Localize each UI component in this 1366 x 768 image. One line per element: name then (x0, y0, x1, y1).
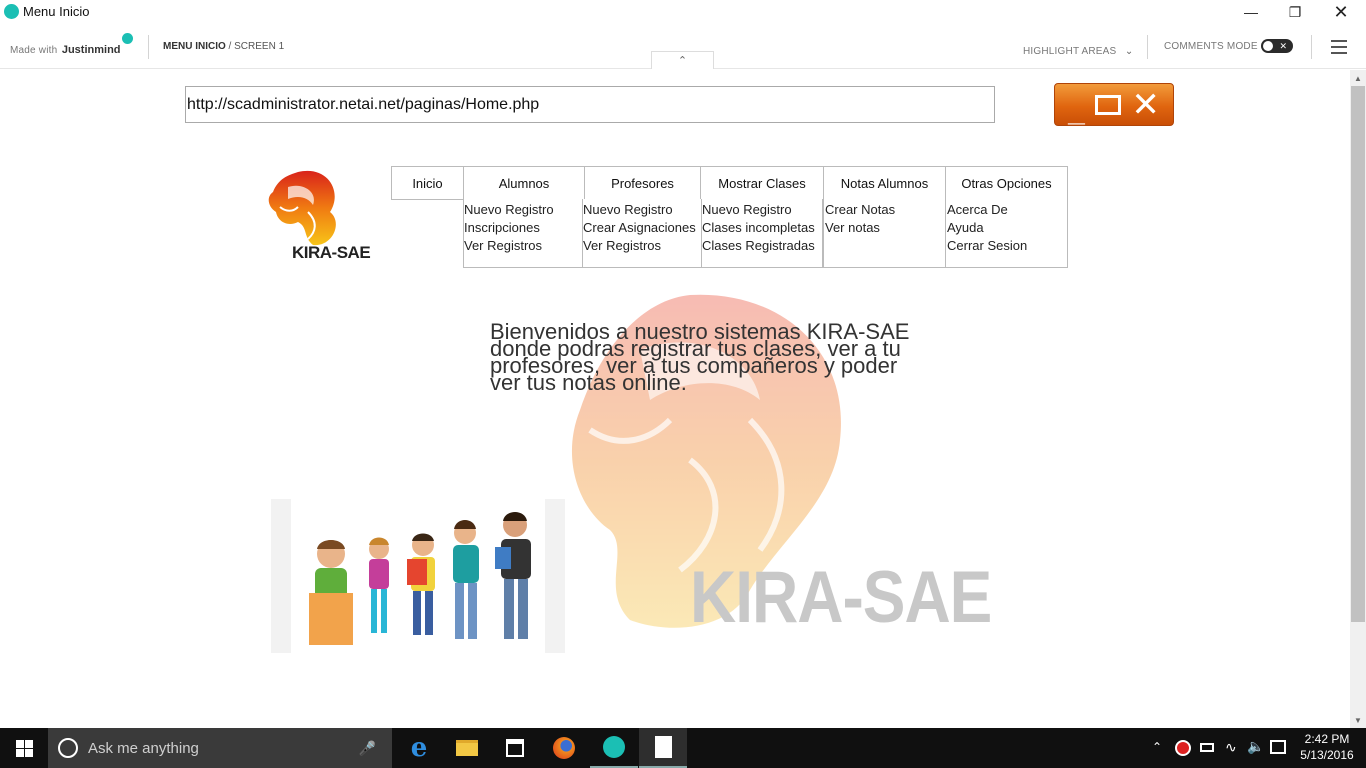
firefox-icon[interactable] (540, 728, 588, 768)
submenu-alumnos: Nuevo Registro Inscripciones Ver Registr… (463, 199, 583, 268)
highlight-areas-dropdown[interactable]: HIGHLIGHT AREAS ⌄ (1023, 41, 1133, 59)
window-title: Menu Inicio (23, 4, 90, 19)
watermark-text: KIRA-SAE (690, 555, 992, 638)
submenu-item[interactable]: Clases incompletas (702, 219, 822, 237)
highlight-areas-label: HIGHLIGHT AREAS (1023, 46, 1117, 57)
photo-area (291, 499, 545, 653)
document-icon[interactable] (639, 728, 687, 768)
windows-taskbar: Ask me anything 🎤 e ⌃ ∿ 🔈 2:42 PM 5/13/2… (0, 728, 1366, 768)
edge-icon[interactable]: e (395, 728, 443, 768)
toggle-x-icon: ✕ (1279, 41, 1287, 51)
submenu-item[interactable]: Ayuda (947, 219, 1067, 237)
scroll-up-icon[interactable]: ▲ (1350, 70, 1366, 86)
chevron-down-icon: ⌄ (1124, 46, 1134, 57)
url-field[interactable]: http://scadministrator.netai.net/paginas… (185, 86, 995, 123)
submenu-item[interactable]: Nuevo Registro (464, 201, 582, 219)
submenu-item[interactable]: Acerca De (947, 201, 1067, 219)
submenu-mostrar-clases: Nuevo Registro Clases incompletas Clases… (701, 199, 823, 268)
window-controls-graphic[interactable]: _ ✕ (1054, 83, 1174, 126)
clock-date: 5/13/2016 (1300, 748, 1354, 762)
app-logo-icon (4, 4, 19, 19)
menu-tab-notas-alumnos[interactable]: Notas Alumnos (823, 166, 946, 200)
comments-mode-toggle[interactable]: ✕ (1261, 39, 1293, 53)
microphone-icon[interactable]: 🎤 (359, 740, 376, 757)
breadcrumb: MENU INICIO / SCREEN 1 (163, 41, 284, 52)
students-illustration-icon (309, 512, 531, 645)
comments-mode-label: COMMENTS MODE (1164, 41, 1258, 52)
scroll-down-icon[interactable]: ▼ (1350, 712, 1366, 728)
scrollbar-thumb[interactable] (1351, 86, 1365, 622)
hamburger-menu-icon[interactable] (1331, 40, 1347, 58)
justinmind-dot-icon (122, 33, 133, 44)
menu-tab-inicio[interactable]: Inicio (391, 166, 464, 200)
breadcrumb-screen[interactable]: SCREEN 1 (234, 41, 284, 52)
wifi-icon[interactable]: ∿ (1225, 739, 1237, 756)
file-explorer-icon[interactable] (443, 728, 491, 768)
brand-name: Justinmind (61, 44, 121, 56)
restore-icon[interactable]: ❐ (1272, 0, 1318, 24)
made-with-text: Made with (10, 45, 58, 56)
toolbar-divider (1311, 35, 1312, 59)
submenu-item[interactable]: Crear Asignaciones (583, 219, 701, 237)
close-icon[interactable]: ✕ (1318, 0, 1364, 24)
submenu-notas-alumnos: Crear Notas Ver notas (823, 199, 946, 268)
breadcrumb-page[interactable]: MENU INICIO (163, 41, 226, 52)
breadcrumb-separator: / (225, 41, 235, 52)
cortana-search-box[interactable]: Ask me anything 🎤 (48, 728, 392, 768)
notifications-icon[interactable] (1270, 740, 1286, 754)
welcome-message: Bienvenidos a nuestro sistemas KIRA-SAE … (490, 321, 960, 394)
submenu-item[interactable]: Inscripciones (464, 219, 582, 237)
antivirus-icon[interactable] (1175, 740, 1191, 756)
submenu-item[interactable]: Clases Registradas (702, 237, 822, 255)
submenu-item[interactable]: Ver Registros (583, 237, 701, 255)
maximize-graphic-icon (1095, 94, 1122, 115)
students-photo (271, 499, 565, 653)
submenu-profesores: Nuevo Registro Crear Asignaciones Ver Re… (582, 199, 702, 268)
search-placeholder: Ask me anything (88, 739, 199, 757)
menu-tab-profesores[interactable]: Profesores (584, 166, 701, 200)
submenu-item[interactable]: Cerrar Sesion (947, 237, 1067, 255)
store-icon[interactable] (491, 728, 539, 768)
volume-icon[interactable]: 🔈 (1247, 738, 1264, 755)
close-graphic-icon: ✕ (1131, 85, 1160, 124)
logo-text: KIRA-SAE (292, 243, 371, 262)
chevron-up-icon[interactable]: ⌃ (651, 51, 714, 69)
windows-start-icon[interactable] (0, 728, 48, 768)
minimize-icon[interactable]: — (1228, 0, 1274, 24)
menu-tab-otras-opciones[interactable]: Otras Opciones (945, 166, 1068, 200)
toggle-knob (1263, 41, 1273, 51)
submenu-item[interactable]: Nuevo Registro (702, 201, 822, 219)
cortana-icon (58, 738, 78, 758)
clock-time: 2:42 PM (1304, 732, 1350, 746)
submenu-item[interactable]: Nuevo Registro (583, 201, 701, 219)
vertical-scrollbar[interactable]: ▲ ▼ (1350, 70, 1366, 728)
submenu-item[interactable]: Ver Registros (464, 237, 582, 255)
tray-up-icon[interactable]: ⌃ (1152, 740, 1162, 754)
toolbar-divider (148, 35, 149, 59)
minimize-graphic-icon: _ (1068, 94, 1085, 128)
submenu-item[interactable]: Ver notas (825, 219, 945, 237)
toolbar-divider (1147, 35, 1148, 59)
battery-icon[interactable] (1200, 743, 1214, 752)
submenu-item[interactable]: Crear Notas (825, 201, 945, 219)
prototype-canvas: http://scadministrator.netai.net/paginas… (0, 70, 1350, 728)
window-titlebar: Menu Inicio — ❐ ✕ (0, 0, 1366, 24)
submenu-otras-opciones: Acerca De Ayuda Cerrar Sesion (945, 199, 1068, 268)
made-with-label: Made with Justinmind (10, 40, 121, 58)
system-clock[interactable]: 2:42 PM 5/13/2016 (1296, 731, 1358, 763)
justinmind-icon[interactable] (590, 728, 638, 768)
menu-tab-alumnos[interactable]: Alumnos (463, 166, 585, 200)
menu-tab-mostrar-clases[interactable]: Mostrar Clases (700, 166, 824, 200)
